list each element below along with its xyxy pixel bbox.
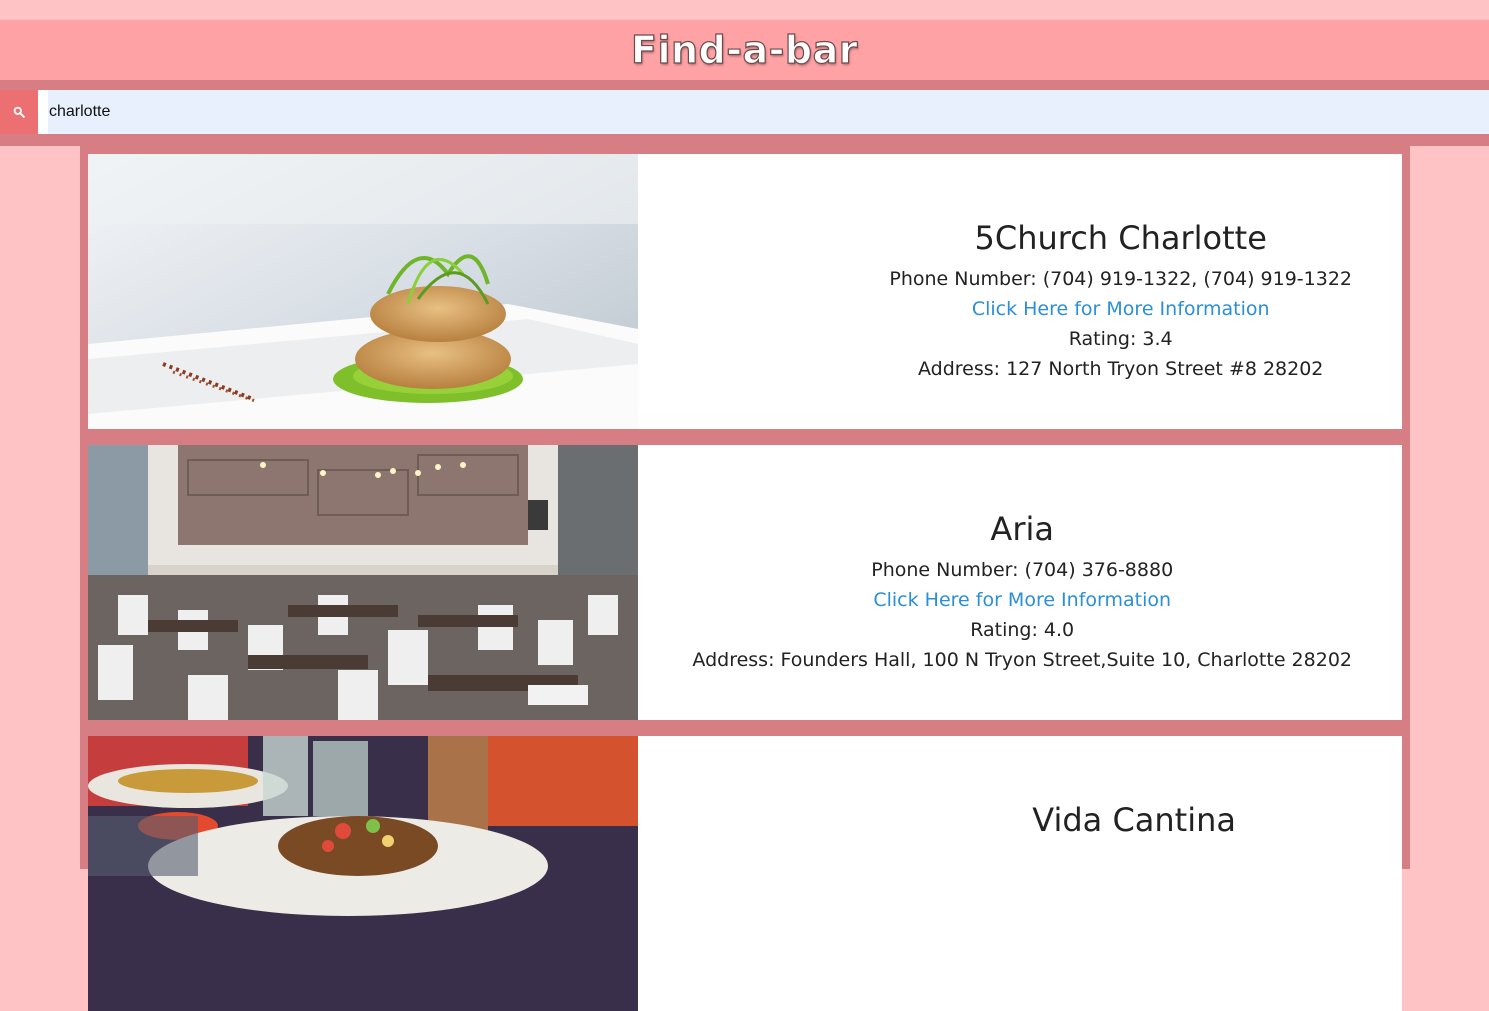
restaurant-name: Vida Cantina xyxy=(1032,801,1236,839)
search-icon xyxy=(13,106,25,118)
address: Address: Founders Hall, 100 N Tryon Stre… xyxy=(692,649,1352,671)
rating: Rating: 4.0 xyxy=(970,619,1075,641)
result-info: Aria Phone Number: (704) 376-8880 Click … xyxy=(692,509,1352,675)
restaurant-photo-dining-room xyxy=(88,445,638,720)
search-input-edge xyxy=(38,90,48,134)
result-info: 5Church Charlotte Phone Number: (704) 91… xyxy=(889,218,1352,384)
app-header: Find-a-bar xyxy=(0,20,1489,80)
phone-number: Phone Number: (704) 919-1322, (704) 919-… xyxy=(889,268,1352,290)
rating: Rating: 3.4 xyxy=(1068,328,1173,350)
phone-number: Phone Number: (704) 376-8880 xyxy=(871,559,1174,581)
restaurant-name: 5Church Charlotte xyxy=(974,219,1267,257)
search-button[interactable] xyxy=(0,90,38,134)
results-list: 5Church Charlotte Phone Number: (704) 91… xyxy=(80,146,1410,1011)
restaurant-photo-dumplings xyxy=(88,154,638,429)
search-input[interactable] xyxy=(48,90,1489,134)
address: Address: 127 North Tryon Street #8 28202 xyxy=(917,358,1324,380)
result-card-5church: 5Church Charlotte Phone Number: (704) 91… xyxy=(88,154,1402,429)
more-info-link[interactable]: Click Here for More Information xyxy=(692,585,1352,615)
result-info: Vida Cantina xyxy=(1032,800,1236,846)
result-card-vida-cantina: Vida Cantina xyxy=(88,736,1402,1011)
more-info-link[interactable]: Click Here for More Information xyxy=(889,294,1352,324)
result-card-aria: Aria Phone Number: (704) 376-8880 Click … xyxy=(88,445,1402,720)
restaurant-photo-tacos xyxy=(88,736,638,1011)
restaurant-name: Aria xyxy=(990,510,1054,548)
page-title: Find-a-bar xyxy=(630,27,858,72)
